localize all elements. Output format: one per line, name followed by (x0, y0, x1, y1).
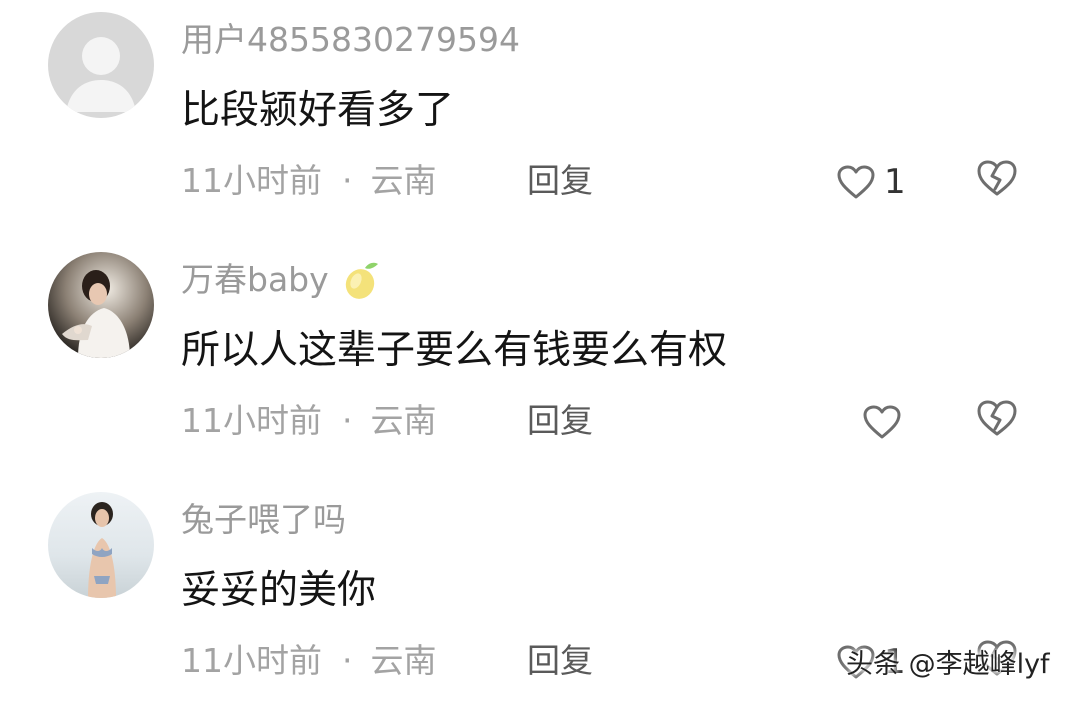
comment-meta: 11小时前 · 云南 (181, 638, 437, 684)
avatar[interactable] (48, 492, 154, 598)
comment-location: 云南 (370, 401, 437, 440)
meta-separator: · (342, 641, 353, 680)
dislike-button[interactable] (975, 158, 1021, 202)
comment-text: 妥妥的美你 (181, 568, 377, 613)
comment-username[interactable]: 万春baby (181, 258, 381, 302)
username-text[interactable]: 万春baby (181, 258, 329, 302)
comment-location: 云南 (370, 641, 437, 680)
user-photo-avatar (48, 492, 154, 598)
user-photo-avatar (48, 252, 154, 358)
comment-location: 云南 (370, 161, 437, 200)
username-text[interactable]: 兔子喂了吗 (181, 498, 346, 542)
comment-meta: 11小时前 · 云南 (181, 398, 437, 444)
broken-heart-icon (977, 400, 1017, 436)
like-button[interactable]: 1 (836, 160, 906, 204)
lemon-icon (341, 258, 381, 302)
comment-text: 所以人这辈子要么有钱要么有权 (181, 328, 728, 373)
heart-icon (837, 165, 875, 199)
comment-username[interactable]: 用户4855830279594 (181, 18, 520, 62)
comment-time: 11小时前 (181, 161, 322, 200)
comment-username[interactable]: 兔子喂了吗 (181, 498, 346, 542)
meta-separator: · (342, 161, 353, 200)
watermark-text: 头条 @李越峰lyf (846, 649, 1050, 680)
meta-separator: · (342, 401, 353, 440)
comment-item: 用户4855830279594 比段颍好看多了 11小时前 · 云南 回复 1 (0, 0, 1067, 230)
default-avatar-icon (48, 12, 154, 118)
broken-heart-icon (977, 160, 1017, 196)
like-count: 1 (884, 162, 906, 202)
reply-button[interactable]: 回复 (527, 638, 593, 684)
comment-text: 比段颍好看多了 (181, 88, 455, 133)
avatar[interactable] (48, 252, 154, 358)
username-text[interactable]: 用户4855830279594 (181, 18, 520, 62)
reply-button[interactable]: 回复 (527, 158, 593, 204)
like-button[interactable] (862, 400, 910, 444)
dislike-button[interactable] (975, 398, 1021, 442)
reply-button[interactable]: 回复 (527, 398, 593, 444)
comment-time: 11小时前 (181, 401, 322, 440)
comment-meta: 11小时前 · 云南 (181, 158, 437, 204)
comment-item: 万春baby 所以人这辈子要么有钱要么有权 11小时前 · 云南 回复 (0, 240, 1067, 470)
comment-time: 11小时前 (181, 641, 322, 680)
heart-icon (863, 405, 901, 439)
avatar[interactable] (48, 12, 154, 118)
